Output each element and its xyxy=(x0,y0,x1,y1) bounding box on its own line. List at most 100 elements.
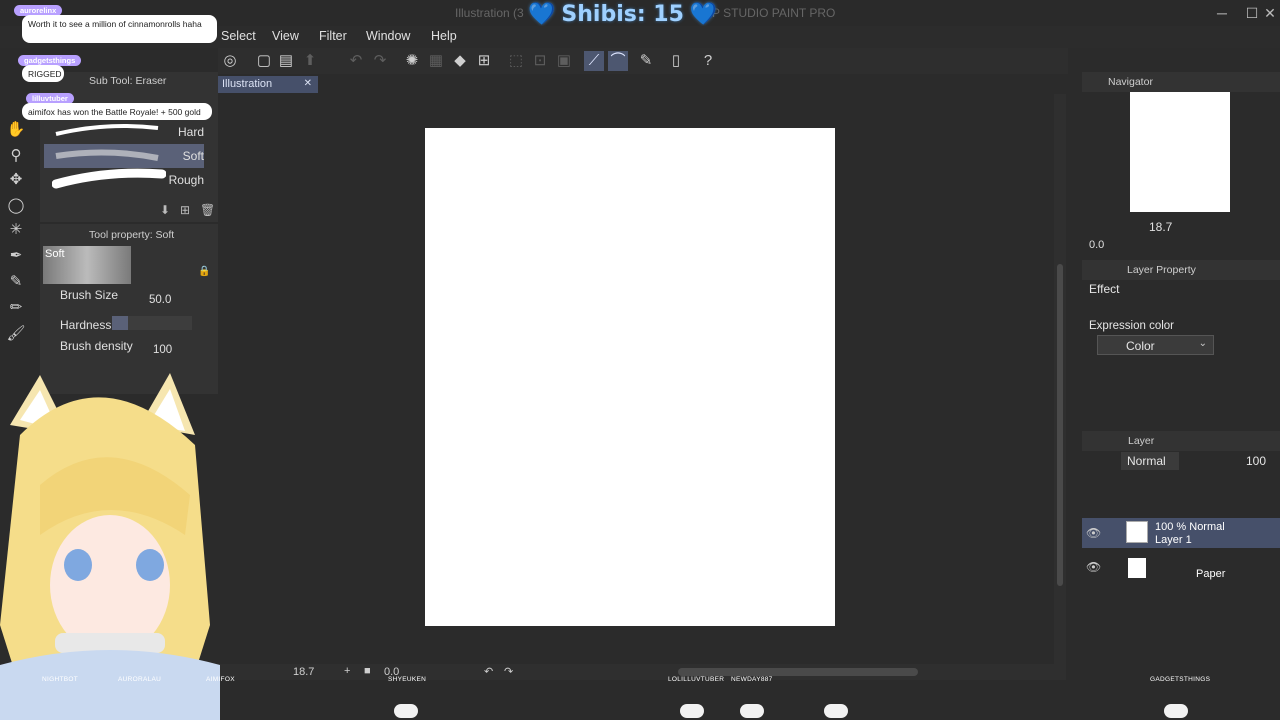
chat-message: Worth it to see a million of cinnamonrol… xyxy=(22,15,217,43)
maximize-button[interactable]: ☐ xyxy=(1242,4,1262,22)
pencil-tool-icon[interactable]: ✏ xyxy=(6,298,26,318)
expression-color-select[interactable]: Color ⌄ xyxy=(1097,335,1214,355)
layer-panel-title: Layer xyxy=(1128,435,1155,447)
brush-rough[interactable]: Rough xyxy=(44,168,204,192)
command-bar: ◎ ▢ ▤ ⬆ ↶ ↷ ✺ ▦ ◆ ⊞ ⬚ ⊡ ▣ ⟋ ⌒ ✎ ▯ ? xyxy=(218,48,1068,74)
navigator-title: Navigator xyxy=(1108,76,1153,88)
viewer-name: AIMIFOX xyxy=(206,676,235,683)
help-icon[interactable]: ? xyxy=(698,51,718,71)
menu-view[interactable]: View xyxy=(272,29,299,43)
visibility-eye-icon[interactable]: 👁 xyxy=(1086,526,1101,540)
window-title-right: P STUDIO PAINT PRO xyxy=(712,6,836,20)
blend-mode-value: Normal xyxy=(1127,454,1166,468)
menu-filter[interactable]: Filter xyxy=(319,29,347,43)
deselect-icon[interactable]: ⊡ xyxy=(530,51,550,71)
viewer-name: LOLILLUVTUBER xyxy=(668,676,725,683)
viewer-name: NIGHTBOT xyxy=(42,676,78,683)
copy-subtool-icon[interactable]: ⬇ xyxy=(160,203,170,217)
move-icon[interactable]: ✥ xyxy=(6,170,26,190)
blend-mode-select[interactable]: Normal xyxy=(1121,452,1179,470)
layer-property-header: Layer Property xyxy=(1082,260,1280,280)
brush-size-value[interactable]: 50.0 xyxy=(149,294,171,306)
viewer-name: NEWDAY887 xyxy=(731,676,773,683)
tablet-icon[interactable]: ▯ xyxy=(666,51,686,71)
add-subtool-icon[interactable]: ⊞ xyxy=(180,203,190,217)
layer-row-paper[interactable]: 👁 Paper xyxy=(1082,552,1280,582)
chat-message: aimifox has won the Battle Royale! + 500… xyxy=(22,103,212,120)
clear-icon[interactable]: ▦ xyxy=(426,51,446,71)
loading-icon[interactable]: ✺ xyxy=(402,51,422,71)
stream-chat-overlay: aurorelinx Worth it to see a million of … xyxy=(0,0,220,130)
sheep-sprite xyxy=(824,704,848,718)
scroll-thumb[interactable] xyxy=(1057,264,1063,586)
preset-name: Soft xyxy=(45,248,65,260)
brush-density-label: Brush density xyxy=(60,339,133,353)
transform-icon[interactable]: ⊞ xyxy=(474,51,494,71)
brush-label: Soft xyxy=(182,149,204,163)
layer-row-layer1[interactable]: 👁 100 % Normal Layer 1 xyxy=(1082,518,1280,548)
canvas-paper[interactable] xyxy=(425,128,835,626)
layer-panel-header: Layer xyxy=(1082,431,1280,451)
menu-select[interactable]: Select xyxy=(221,29,256,43)
lasso-icon[interactable]: ◯ xyxy=(6,196,26,216)
save-icon[interactable]: ⬆ xyxy=(300,51,320,71)
menu-help[interactable]: Help xyxy=(431,29,457,43)
snap-special-ruler-icon[interactable]: ⌒ xyxy=(608,51,628,71)
select-all-icon[interactable]: ⬚ xyxy=(506,51,526,71)
brush-preset-preview: Soft xyxy=(43,246,131,284)
magic-wand-icon[interactable]: ✳ xyxy=(6,220,26,240)
zoom-icon[interactable]: ⚲ xyxy=(6,146,26,166)
app-logo-icon[interactable]: ◎ xyxy=(220,51,240,71)
close-window-button[interactable]: ✕ xyxy=(1260,4,1280,22)
paper-thumbnail xyxy=(1128,558,1146,578)
eyedropper-icon[interactable]: ✒ xyxy=(6,246,26,266)
navigator-zoom[interactable]: 18.7 xyxy=(1149,220,1172,234)
tab-label: Illustration xyxy=(222,78,273,90)
shibis-counter: 💙 Shibis: 15 💙 xyxy=(528,0,717,28)
undo-icon[interactable]: ↶ xyxy=(346,51,366,71)
sheep-sprite xyxy=(1164,704,1188,718)
navigator-preview[interactable] xyxy=(1130,92,1230,212)
brush-tool-icon[interactable]: 🖌 xyxy=(6,324,26,344)
open-folder-icon[interactable]: ▤ xyxy=(276,51,296,71)
navigator-rotation[interactable]: 0.0 xyxy=(1089,239,1104,251)
layer-opacity-value[interactable]: 100 xyxy=(1246,454,1266,468)
tab-illustration[interactable]: Illustration ✕ xyxy=(218,76,318,93)
fill-icon[interactable]: ◆ xyxy=(450,51,470,71)
layer-thumbnail xyxy=(1126,521,1148,543)
menu-window[interactable]: Window xyxy=(366,29,410,43)
horizontal-scroll-thumb[interactable] xyxy=(678,668,918,676)
sheep-sprite xyxy=(740,704,764,718)
snap-ruler-icon[interactable]: ⟋ xyxy=(584,51,604,71)
minimize-button[interactable]: ─ xyxy=(1212,4,1232,22)
visibility-eye-icon[interactable]: 👁 xyxy=(1086,560,1101,574)
expression-color-label: Expression color xyxy=(1089,320,1175,332)
hardness-fill xyxy=(112,316,128,330)
brush-soft[interactable]: Soft xyxy=(44,144,204,168)
sheep-sprite xyxy=(394,704,418,718)
pen-icon[interactable]: ✎ xyxy=(636,51,656,71)
vtuber-avatar xyxy=(0,373,220,720)
heart-icon: 💙 xyxy=(528,1,556,27)
brush-density-value[interactable]: 100 xyxy=(153,344,172,356)
layer-name: Layer 1 xyxy=(1155,534,1192,546)
hardness-slider[interactable] xyxy=(112,316,192,330)
rough-stroke-preview xyxy=(52,168,166,189)
vertical-scrollbar[interactable] xyxy=(1054,94,1066,664)
delete-subtool-icon[interactable]: 🗑 xyxy=(200,203,215,217)
new-file-icon[interactable]: ▢ xyxy=(254,51,274,71)
lock-icon[interactable]: 🔒 xyxy=(198,266,210,277)
tab-close-icon[interactable]: ✕ xyxy=(304,78,312,89)
redo-icon[interactable]: ↷ xyxy=(370,51,390,71)
pen-tool-icon[interactable]: ✎ xyxy=(6,272,26,292)
brush-size-label: Brush Size xyxy=(60,288,119,302)
invert-selection-icon[interactable]: ▣ xyxy=(554,51,574,71)
tool-property-header: Tool property: Soft xyxy=(89,229,175,241)
hardness-label: Hardness xyxy=(60,318,112,332)
window-title-left: Illustration (3 xyxy=(455,6,524,20)
chevron-down-icon: ⌄ xyxy=(1198,338,1207,349)
sheep-sprite xyxy=(680,704,704,718)
layer-opacity-mode: 100 % Normal xyxy=(1155,521,1225,533)
brush-label: Rough xyxy=(168,173,204,187)
effect-label: Effect xyxy=(1089,282,1120,296)
